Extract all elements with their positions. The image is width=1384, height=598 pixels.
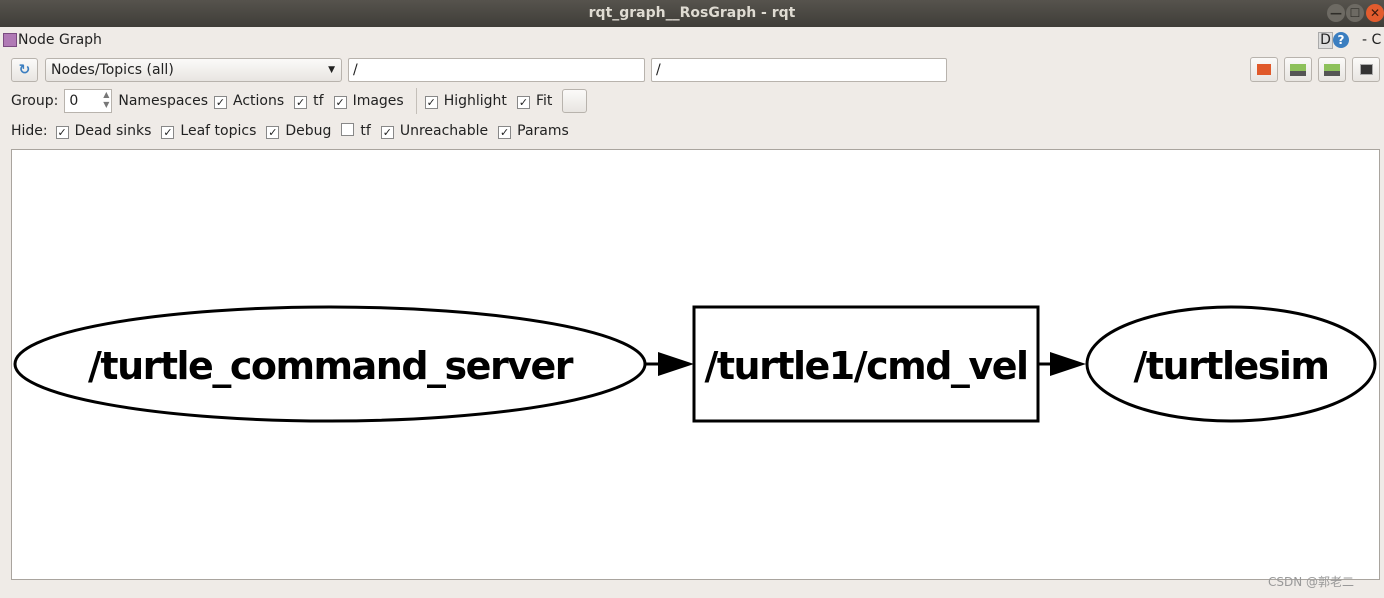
dock-button[interactable]: D (1318, 32, 1333, 49)
load-dot-button[interactable] (1250, 57, 1278, 82)
group-label: Group: (11, 93, 59, 109)
group-spinbox[interactable]: 0 ▲ ▼ (64, 89, 113, 113)
hide-tf-checkbox[interactable]: tf (341, 123, 380, 139)
group-value: 0 (69, 93, 79, 109)
window-title: rqt_graph__RosGraph - rqt (588, 5, 796, 21)
edge-arrow (1050, 352, 1086, 376)
fit-checkbox[interactable]: ✓ Fit (516, 93, 562, 109)
images-checkbox[interactable]: ✓ Images (333, 93, 414, 109)
graph-mode-value: Nodes/Topics (all) (51, 62, 174, 78)
save-image-button[interactable] (1352, 57, 1380, 82)
divider (415, 88, 417, 114)
refresh-button[interactable]: ↻ (11, 58, 38, 82)
hide-label: Hide: (11, 123, 48, 139)
node-graph-icon (3, 33, 17, 47)
namespaces-label: Namespaces (118, 93, 209, 109)
tf-checkbox[interactable]: ✓ tf (294, 93, 333, 109)
save-icon (1290, 64, 1306, 76)
node-label: /turtlesim (1133, 344, 1328, 388)
dead-sinks-checkbox[interactable]: ✓ Dead sinks (55, 123, 162, 139)
graph-svg: /turtle_command_server /turtle1/cmd_vel … (13, 305, 1377, 423)
save-dot-button[interactable] (1284, 57, 1312, 82)
unreachable-checkbox[interactable]: ✓ Unreachable (380, 123, 498, 139)
folder-icon (1257, 64, 1271, 75)
topic-label: /turtle1/cmd_vel (704, 344, 1027, 388)
help-icon[interactable]: ? (1333, 32, 1349, 48)
actions-checkbox[interactable]: ✓ Actions (214, 93, 294, 109)
highlight-checkbox[interactable]: ✓ Highlight (424, 93, 517, 109)
spin-arrows-icon[interactable]: ▲ ▼ (103, 90, 109, 110)
plugin-title: Node Graph (18, 32, 102, 48)
debug-checkbox[interactable]: ✓ Debug (266, 123, 341, 139)
close-button[interactable]: ✕ (1366, 4, 1384, 22)
node-filter-input[interactable]: / (348, 58, 645, 82)
watermark: CSDN @郭老二 (1268, 575, 1355, 589)
window-titlebar: rqt_graph__RosGraph - rqt — ☐ ✕ (0, 0, 1384, 27)
edge-arrow (658, 352, 694, 376)
graph-canvas[interactable]: /turtle_command_server /turtle1/cmd_vel … (11, 149, 1380, 580)
plugin-close-button[interactable]: - C (1362, 32, 1381, 48)
save-svg-button[interactable] (1318, 57, 1346, 82)
node-label: /turtle_command_server (88, 344, 574, 388)
save-icon (1324, 64, 1340, 76)
maximize-button[interactable]: ☐ (1346, 4, 1364, 22)
fit-in-view-button[interactable] (562, 89, 588, 113)
topic-filter-input[interactable]: / (651, 58, 947, 82)
refresh-icon: ↻ (18, 62, 31, 78)
image-icon (1359, 64, 1373, 75)
leaf-topics-checkbox[interactable]: ✓ Leaf topics (161, 123, 266, 139)
chevron-down-icon: ▼ (328, 65, 335, 75)
graph-mode-select[interactable]: Nodes/Topics (all) ▼ (45, 58, 342, 82)
minimize-button[interactable]: — (1327, 4, 1345, 22)
params-checkbox[interactable]: ✓ Params (498, 123, 579, 139)
